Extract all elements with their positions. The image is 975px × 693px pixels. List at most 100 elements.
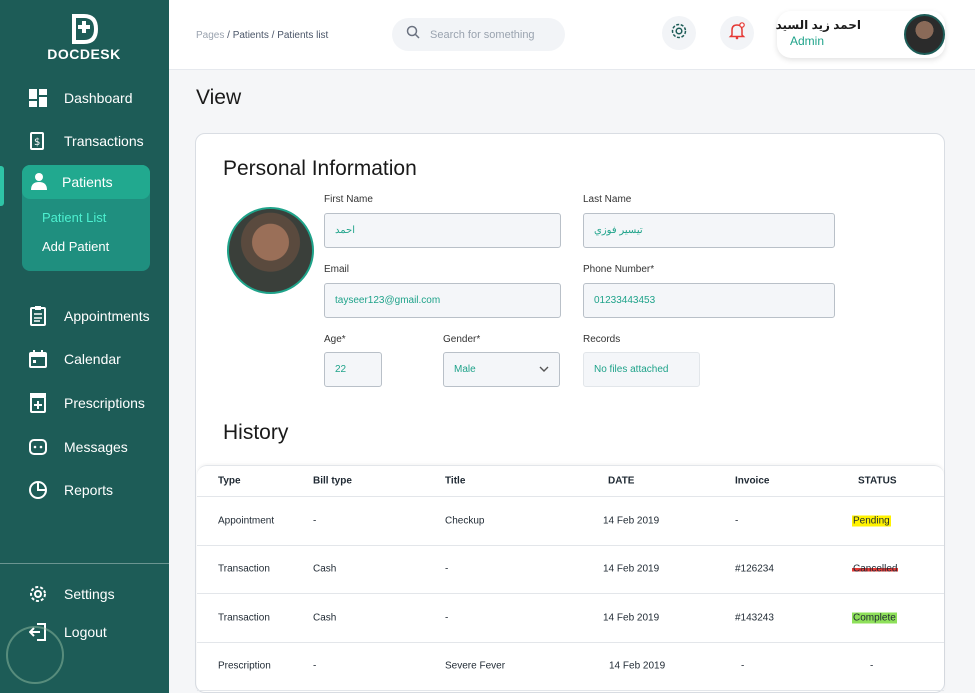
transactions-icon: $ [28, 131, 48, 151]
cell-type: Transaction [218, 563, 270, 575]
sidebar-item-label: Messages [64, 439, 128, 455]
column-header: DATE [608, 475, 635, 487]
avatar [904, 14, 945, 55]
cell-bill-type: Cash [313, 563, 337, 575]
column-header: STATUS [858, 475, 897, 487]
table-row[interactable]: Transaction Cash - 14 Feb 2019 #143243 C… [197, 594, 944, 643]
sidebar-item-messages[interactable]: Messages [28, 435, 128, 459]
cell-title: - [445, 612, 449, 624]
clipboard-icon [28, 306, 48, 326]
user-icon [30, 172, 48, 193]
user-name: احمد زيد السيد [775, 18, 861, 32]
sidebar-divider [0, 563, 169, 564]
cell-title: Checkup [445, 515, 485, 527]
cell-bill-type: - [313, 515, 317, 527]
cell-date: 14 Feb 2019 [603, 612, 660, 624]
sidebar-item-appointments[interactable]: Appointments [28, 304, 150, 328]
cell-date: 14 Feb 2019 [609, 660, 666, 672]
user-profile[interactable]: احمد زيد السيد Admin [775, 11, 945, 58]
sidebar-item-label: Dashboard [64, 90, 133, 106]
sidebar-item-label: Reports [64, 482, 114, 498]
history-title: History [223, 421, 289, 444]
search-bar[interactable] [392, 18, 565, 51]
watermark-logo [6, 626, 64, 684]
sidebar-item-reports[interactable]: Reports [28, 478, 113, 502]
breadcrumb-root[interactable]: Pages [196, 30, 224, 41]
table-row[interactable]: Appointment - Checkup 14 Feb 2019 - Pend… [197, 497, 944, 546]
age-field[interactable]: 22 [324, 352, 382, 387]
cell-invoice: - [741, 660, 745, 672]
column-header: Invoice [735, 475, 770, 487]
records-label: Records [583, 334, 621, 345]
sidebar-item-calendar[interactable]: Calendar [28, 347, 121, 371]
user-role: Admin [790, 34, 825, 48]
status-badge: Complete [852, 612, 897, 624]
logo-icon [64, 14, 104, 44]
bell-icon [728, 21, 746, 45]
search-input[interactable] [430, 28, 550, 41]
sidebar-subitem-patient-list[interactable]: Patient List [42, 210, 106, 225]
svg-text:$: $ [34, 137, 40, 148]
history-table: Type Bill type Title DATE Invoice STATUS… [197, 465, 944, 691]
age-label: Age* [324, 334, 346, 345]
patient-card: Personal Information First Name احمد Las… [195, 133, 945, 693]
sidebar-item-label: Appointments [64, 308, 150, 324]
sidebar-item-label: Settings [64, 586, 115, 602]
sidebar-item-settings[interactable]: Settings [28, 582, 115, 606]
column-header: Title [445, 475, 466, 487]
gear-icon [670, 22, 688, 45]
first-name-field[interactable]: احمد [324, 213, 561, 248]
calendar-icon [28, 349, 48, 369]
cell-bill-type: - [313, 660, 317, 672]
table-header-row: Type Bill type Title DATE Invoice STATUS [197, 466, 944, 497]
last-name-label: Last Name [583, 194, 632, 205]
chat-icon [28, 437, 48, 457]
cell-title: Severe Fever [445, 660, 506, 672]
column-header: Type [218, 475, 241, 487]
sidebar-subitem-add-patient[interactable]: Add Patient [42, 239, 109, 254]
cell-invoice: - [735, 515, 739, 527]
active-indicator [0, 166, 4, 206]
cell-type: Transaction [218, 612, 270, 624]
settings-button[interactable] [662, 16, 696, 50]
cell-date: 14 Feb 2019 [603, 563, 660, 575]
search-icon [406, 25, 420, 44]
sidebar-item-label: Calendar [64, 351, 121, 367]
cell-bill-type: Cash [313, 612, 337, 624]
sidebar-item-prescriptions[interactable]: Prescriptions [28, 391, 145, 415]
cell-invoice: #143243 [735, 612, 774, 624]
last-name-field[interactable]: تيسير فوزي [583, 213, 835, 248]
pie-chart-icon [28, 480, 48, 500]
cell-date: 14 Feb 2019 [603, 515, 660, 527]
breadcrumb-section[interactable]: Patients [233, 30, 269, 41]
personal-info-title: Personal Information [223, 157, 417, 180]
table-row[interactable]: Prescription - Severe Fever 14 Feb 2019 … [197, 643, 944, 691]
sidebar-item-label: Patients [62, 174, 113, 190]
records-field[interactable]: No files attached [583, 352, 700, 387]
cell-invoice: #126234 [735, 563, 774, 575]
email-label: Email [324, 264, 350, 275]
cell-title: - [445, 563, 449, 575]
logo[interactable]: DOCDESK [44, 14, 124, 62]
sidebar-item-patients[interactable]: Patients [22, 165, 150, 199]
status-badge: - [870, 660, 874, 672]
sidebar-item-transactions[interactable]: $ Transactions [28, 129, 144, 153]
breadcrumb-separator: / [227, 30, 230, 41]
gender-select[interactable]: Male [443, 352, 560, 387]
status-badge: Cancelled [852, 563, 899, 575]
dashboard-icon [28, 88, 48, 108]
notifications-button[interactable] [720, 16, 754, 50]
sidebar-item-label: Prescriptions [64, 395, 145, 411]
gender-label: Gender* [443, 334, 481, 345]
phone-field[interactable]: 01233443453 [583, 283, 835, 318]
email-field[interactable]: tayseer123@gmail.com [324, 283, 561, 318]
breadcrumb: Pages / Patients / Patients list [196, 30, 328, 41]
breadcrumb-current: Patients list [277, 30, 329, 41]
first-name-label: First Name [324, 194, 373, 205]
sidebar-item-label: Transactions [64, 133, 144, 149]
gender-value: Male [454, 364, 476, 375]
patient-photo [227, 207, 314, 294]
table-row[interactable]: Transaction Cash - 14 Feb 2019 #126234 C… [197, 546, 944, 594]
sidebar-item-dashboard[interactable]: Dashboard [28, 86, 133, 110]
prescription-icon [28, 393, 48, 413]
